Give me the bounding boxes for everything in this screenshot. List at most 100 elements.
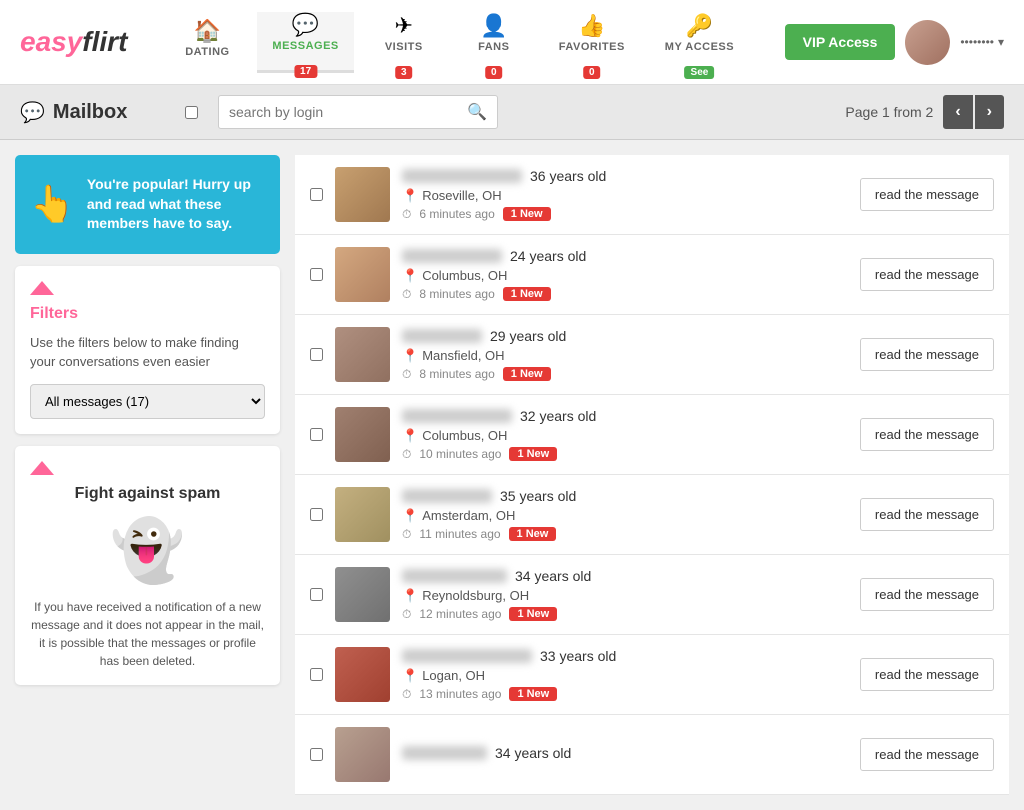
read-message-button[interactable]: read the message bbox=[860, 258, 994, 291]
avatar-image bbox=[335, 487, 390, 542]
logo[interactable]: easyflirt bbox=[20, 26, 127, 58]
nav-item-favorites[interactable]: 👍FAVORITES0 bbox=[544, 13, 640, 71]
message-time: 13 minutes ago bbox=[419, 687, 501, 701]
message-name-blurred bbox=[402, 489, 492, 503]
my_access-badge: See bbox=[685, 66, 715, 79]
search-box: 🔍 bbox=[218, 95, 498, 129]
message-name-blurred bbox=[402, 649, 532, 663]
message-time: 11 minutes ago bbox=[419, 527, 500, 541]
clock-icon: ⏱ bbox=[402, 287, 411, 302]
message-checkbox[interactable] bbox=[310, 588, 323, 601]
fans-label: FANS bbox=[478, 41, 509, 53]
message-info: 29 years old📍 Mansfield, OH⏱8 minutes ag… bbox=[402, 328, 848, 382]
message-checkbox[interactable] bbox=[310, 748, 323, 761]
mailbox-label: Mailbox bbox=[53, 101, 127, 124]
message-item: 36 years old📍 Roseville, OH⏱6 minutes ag… bbox=[295, 155, 1009, 235]
my_access-icon: 🔑 bbox=[686, 13, 713, 39]
message-info: 36 years old📍 Roseville, OH⏱6 minutes ag… bbox=[402, 168, 848, 222]
message-time: 6 minutes ago bbox=[419, 207, 494, 221]
dating-icon: 🏠 bbox=[194, 18, 221, 44]
fans-icon: 👤 bbox=[480, 13, 507, 39]
message-name-blurred bbox=[402, 569, 507, 583]
message-age: 32 years old bbox=[520, 408, 596, 424]
message-checkbox[interactable] bbox=[310, 668, 323, 681]
message-item: 32 years old📍 Columbus, OH⏱10 minutes ag… bbox=[295, 395, 1009, 475]
read-message-button[interactable]: read the message bbox=[860, 498, 994, 531]
message-age: 33 years old bbox=[540, 648, 616, 664]
message-checkbox[interactable] bbox=[310, 508, 323, 521]
filter-box: Filters Use the filters below to make fi… bbox=[15, 266, 280, 434]
new-badge: 1 New bbox=[503, 287, 551, 301]
message-location: 📍 Reynoldsburg, OH bbox=[402, 588, 848, 604]
message-item: 33 years old📍 Logan, OH⏱13 minutes ago1 … bbox=[295, 635, 1009, 715]
message-age: 34 years old bbox=[495, 745, 571, 761]
message-info: 34 years old📍 Reynoldsburg, OH⏱12 minute… bbox=[402, 568, 848, 622]
read-message-button[interactable]: read the message bbox=[860, 338, 994, 371]
username-text: •••••••• bbox=[960, 35, 994, 49]
message-item: 24 years old 📍 Columbus, OH ⏱8 minutes ago… bbox=[295, 235, 1009, 315]
spam-box: Fight against spam 👻 If you have receive… bbox=[15, 446, 280, 685]
avatar[interactable] bbox=[905, 20, 950, 65]
prev-page-button[interactable]: ‹ bbox=[943, 95, 972, 129]
read-message-button[interactable]: read the message bbox=[860, 738, 994, 771]
message-info: 24 years old 📍 Columbus, OH ⏱8 minutes ago… bbox=[402, 248, 848, 302]
ghost-icon: 👻 bbox=[30, 515, 265, 586]
location-icon: 📍 bbox=[402, 268, 418, 284]
message-time-row: ⏱6 minutes ago1 New bbox=[402, 207, 848, 222]
message-time-row: ⏱12 minutes ago1 New bbox=[402, 607, 848, 622]
message-location: 📍 Logan, OH bbox=[402, 668, 848, 684]
nav-item-dating[interactable]: 🏠DATING bbox=[167, 18, 247, 66]
message-item: 34 years old📍 Reynoldsburg, OH⏱12 minute… bbox=[295, 555, 1009, 635]
new-badge: 1 New bbox=[503, 207, 551, 221]
message-info: 34 years old bbox=[402, 745, 848, 765]
nav-item-my_access[interactable]: 🔑MY ACCESSSee bbox=[650, 13, 749, 71]
new-badge: 1 New bbox=[503, 367, 551, 381]
message-time: 8 minutes ago bbox=[419, 367, 494, 381]
location-icon: 📍 bbox=[402, 428, 418, 444]
message-info: 32 years old📍 Columbus, OH⏱10 minutes ag… bbox=[402, 408, 848, 462]
message-location: 📍 Columbus, OH bbox=[402, 268, 848, 284]
message-age: 36 years old bbox=[530, 168, 606, 184]
read-message-button[interactable]: read the message bbox=[860, 658, 994, 691]
messages-label: MESSAGES bbox=[272, 40, 338, 52]
message-avatar bbox=[335, 247, 390, 302]
message-name-blurred bbox=[402, 169, 522, 183]
search-input[interactable] bbox=[229, 104, 459, 120]
promo-text: You're popular! Hurry up and read what t… bbox=[87, 175, 265, 234]
username-dropdown[interactable]: •••••••• ▾ bbox=[960, 35, 1004, 49]
message-checkbox[interactable] bbox=[310, 268, 323, 281]
message-age: 24 years old bbox=[510, 248, 586, 264]
sidebar: 👆 You're popular! Hurry up and read what… bbox=[15, 155, 280, 795]
message-time-row: ⏱8 minutes ago1 New bbox=[402, 287, 848, 302]
favorites-badge: 0 bbox=[583, 66, 601, 79]
message-age: 29 years old bbox=[490, 328, 566, 344]
message-time: 10 minutes ago bbox=[419, 447, 501, 461]
message-location: 📍 Amsterdam, OH bbox=[402, 508, 848, 524]
spam-title: Fight against spam bbox=[30, 485, 265, 503]
message-checkbox[interactable] bbox=[310, 188, 323, 201]
nav-item-fans[interactable]: 👤FANS0 bbox=[454, 13, 534, 71]
message-checkbox[interactable] bbox=[310, 348, 323, 361]
new-badge: 1 New bbox=[509, 527, 557, 541]
read-message-button[interactable]: read the message bbox=[860, 418, 994, 451]
clock-icon: ⏱ bbox=[402, 447, 411, 462]
filters-title: Filters bbox=[30, 305, 265, 323]
read-message-button[interactable]: read the message bbox=[860, 578, 994, 611]
read-message-button[interactable]: read the message bbox=[860, 178, 994, 211]
message-name-blurred bbox=[402, 329, 482, 343]
promo-icon: 👆 bbox=[30, 183, 75, 225]
filter-select[interactable]: All messages (17)UnreadRead bbox=[30, 384, 265, 419]
nav-item-visits[interactable]: ✈VISITS3 bbox=[364, 13, 444, 71]
vip-button[interactable]: VIP Access bbox=[785, 24, 896, 60]
avatar-image bbox=[335, 407, 390, 462]
nav-item-messages[interactable]: 💬MESSAGES17 bbox=[257, 12, 353, 73]
messages-badge: 17 bbox=[294, 65, 317, 78]
messages-icon: 💬 bbox=[292, 12, 319, 38]
main-content: 👆 You're popular! Hurry up and read what… bbox=[0, 140, 1024, 810]
search-checkbox[interactable] bbox=[185, 106, 198, 119]
message-avatar bbox=[335, 327, 390, 382]
message-avatar bbox=[335, 167, 390, 222]
next-page-button[interactable]: › bbox=[975, 95, 1004, 129]
message-checkbox[interactable] bbox=[310, 428, 323, 441]
chevron-down-icon: ▾ bbox=[998, 35, 1004, 49]
